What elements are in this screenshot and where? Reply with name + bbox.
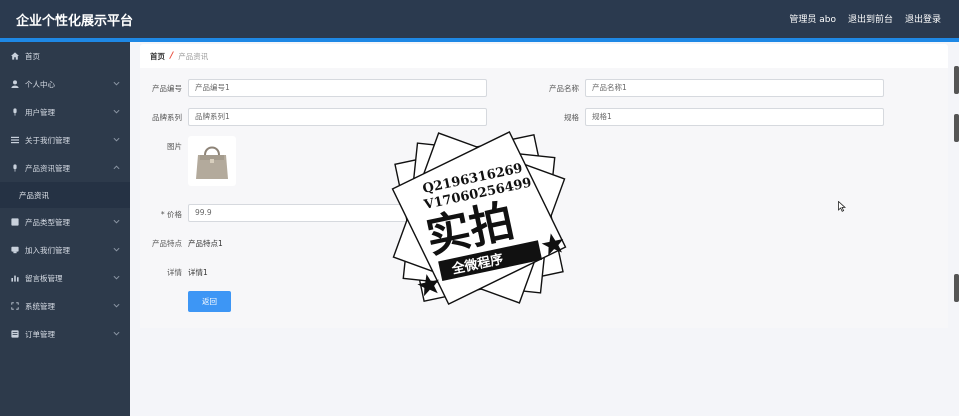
feature-label: 产品特点 bbox=[152, 239, 182, 248]
sidebar-subitem-news[interactable]: 产品资讯 bbox=[0, 182, 130, 208]
price-label: * 价格 bbox=[160, 210, 182, 219]
breadcrumb: 首页 / 产品资讯 bbox=[150, 46, 208, 66]
sidebar-item-label: 留言板管理 bbox=[25, 273, 63, 283]
sidebar-item-label: 用户管理 bbox=[25, 107, 55, 117]
breadcrumb-current: 产品资讯 bbox=[178, 51, 209, 61]
form-card bbox=[140, 68, 948, 328]
mouse-cursor-icon bbox=[838, 201, 846, 212]
sidebar-item-profile[interactable]: 个人中心 bbox=[0, 70, 130, 98]
detail-value: 详情1 bbox=[188, 268, 208, 277]
brand-input[interactable]: 品牌系列1 bbox=[188, 108, 487, 126]
header-actions: 管理员 abo 退出到前台 退出登录 bbox=[789, 12, 941, 25]
news-icon bbox=[10, 163, 20, 173]
category-icon bbox=[10, 217, 20, 227]
product-code-label: 产品编号 bbox=[152, 84, 182, 93]
sidebar-item-messages[interactable]: 留言板管理 bbox=[0, 264, 130, 292]
user-icon bbox=[10, 79, 20, 89]
product-code-input[interactable]: 产品编号1 bbox=[188, 79, 487, 97]
sidebar-item-label: 加入我们管理 bbox=[25, 245, 70, 255]
sidebar-item-label: 个人中心 bbox=[25, 79, 55, 89]
chevron-down-icon bbox=[113, 136, 120, 143]
feature-value: 产品特点1 bbox=[188, 239, 223, 248]
sidebar-item-label: 订单管理 bbox=[25, 329, 55, 339]
sidebar-item-users[interactable]: 用户管理 bbox=[0, 98, 130, 126]
chevron-down-icon bbox=[113, 330, 120, 337]
system-icon bbox=[10, 301, 20, 311]
breadcrumb-home[interactable]: 首页 bbox=[150, 51, 165, 62]
order-icon bbox=[10, 329, 20, 339]
chevron-up-icon bbox=[113, 164, 120, 171]
sidebar-item-join[interactable]: 加入我们管理 bbox=[0, 236, 130, 264]
product-name-label: 产品名称 bbox=[549, 84, 579, 93]
sidebar-item-label: 产品类型管理 bbox=[25, 217, 70, 227]
app-title: 企业个性化展示平台 bbox=[16, 14, 134, 29]
top-header: 企业个性化展示平台 管理员 abo 退出到前台 退出登录 bbox=[0, 0, 959, 38]
chevron-down-icon bbox=[113, 274, 120, 281]
breadcrumb-separator: / bbox=[170, 51, 174, 61]
back-button[interactable]: 返回 bbox=[188, 291, 231, 312]
chevron-down-icon bbox=[113, 80, 120, 87]
users-icon bbox=[10, 107, 20, 117]
admin-name: 管理员 abo bbox=[789, 15, 836, 25]
join-icon bbox=[10, 245, 20, 255]
sidebar-item-home[interactable]: 首页 bbox=[0, 42, 130, 70]
image-label: 图片 bbox=[167, 142, 182, 151]
handbag-icon bbox=[196, 146, 228, 179]
back-to-front-link[interactable]: 退出到前台 bbox=[848, 12, 893, 25]
detail-label: 详情 bbox=[167, 268, 182, 277]
chevron-down-icon bbox=[113, 302, 120, 309]
sidebar-item-system[interactable]: 系统管理 bbox=[0, 292, 130, 320]
brand-label: 品牌系列 bbox=[152, 113, 182, 122]
accent-strip bbox=[0, 38, 959, 42]
chevron-down-icon bbox=[113, 108, 120, 115]
side-handle-bottom[interactable] bbox=[954, 274, 959, 302]
sidebar-item-category[interactable]: 产品类型管理 bbox=[0, 208, 130, 236]
sidebar-item-label: 首页 bbox=[25, 51, 40, 61]
chevron-down-icon bbox=[113, 246, 120, 253]
price-input[interactable]: 99.9 bbox=[188, 204, 418, 222]
spec-label: 规格 bbox=[564, 113, 579, 122]
product-name-input[interactable]: 产品名称1 bbox=[585, 79, 884, 97]
product-image[interactable] bbox=[188, 136, 236, 186]
sidebar-item-orders[interactable]: 订单管理 bbox=[0, 320, 130, 348]
spec-input[interactable]: 规格1 bbox=[585, 108, 884, 126]
home-icon bbox=[10, 51, 20, 61]
sidebar-item-news[interactable]: 产品资讯管理 bbox=[0, 154, 130, 182]
chart-icon bbox=[10, 273, 20, 283]
list-icon bbox=[10, 135, 20, 145]
logout-link[interactable]: 退出登录 bbox=[905, 12, 941, 25]
sidebar-item-label: 系统管理 bbox=[25, 301, 55, 311]
chevron-down-icon bbox=[113, 218, 120, 225]
sidebar-item-label: 关于我们管理 bbox=[25, 135, 70, 145]
sidebar: 首页 个人中心 用户管理 关于我们管理 产品资讯管理 产品资讯 产品类型管理 加… bbox=[0, 42, 130, 416]
side-handle-top[interactable] bbox=[954, 66, 959, 94]
side-handle-middle[interactable] bbox=[954, 114, 959, 142]
sidebar-item-label: 产品资讯管理 bbox=[25, 163, 70, 173]
sidebar-item-about[interactable]: 关于我们管理 bbox=[0, 126, 130, 154]
